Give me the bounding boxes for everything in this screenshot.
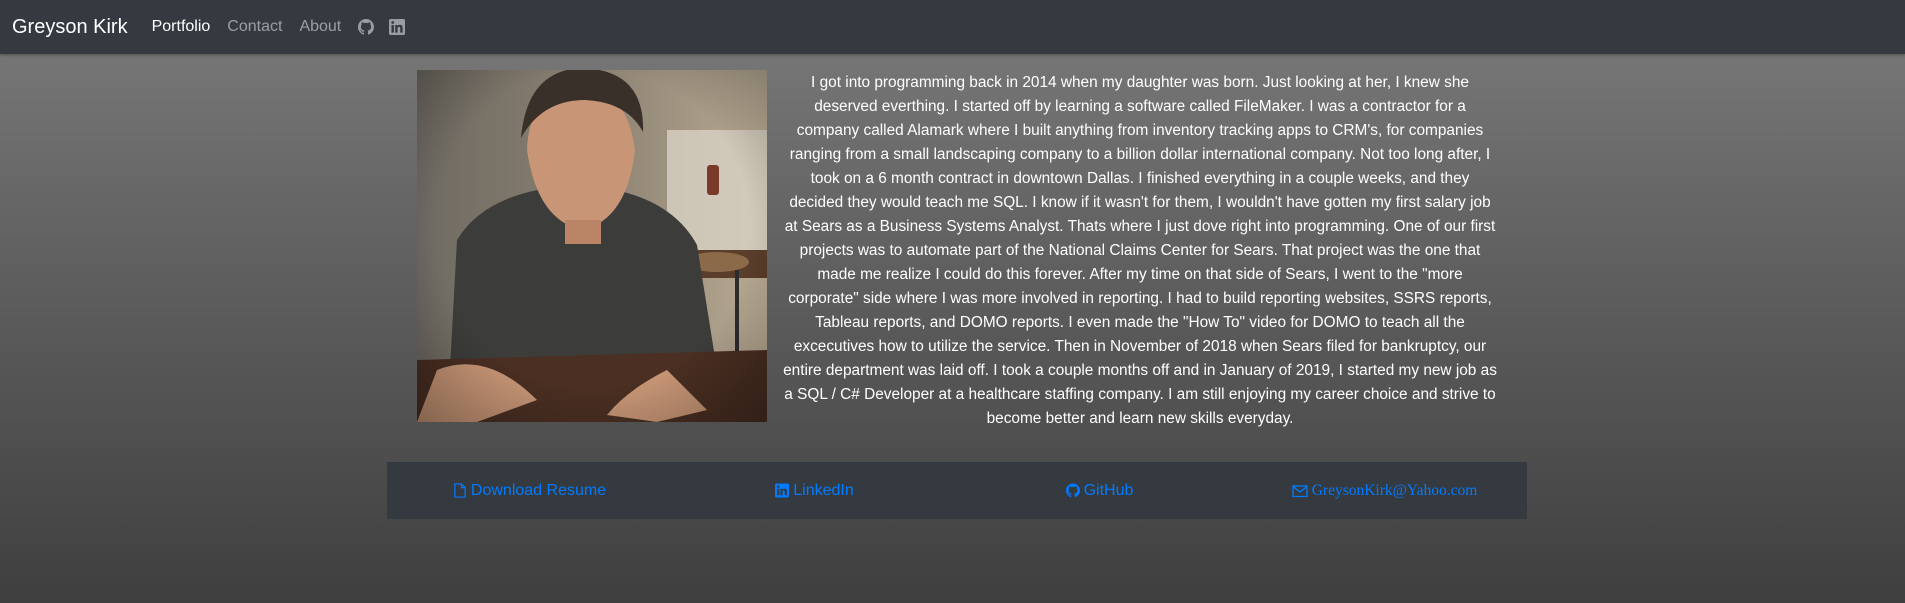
github-icon [1065,483,1080,498]
bio-text: I got into programming back in 2014 when… [783,74,1497,427]
linkedin-label: LinkedIn [793,481,854,499]
nav-link-about[interactable]: About [299,18,341,36]
nav-link-contact[interactable]: Contact [227,18,282,36]
github-link[interactable]: GitHub [1065,481,1134,500]
linkedin-icon [775,483,790,498]
brand-name[interactable]: Greyson Kirk [12,16,128,39]
file-icon [454,483,466,498]
download-resume-link[interactable]: Download Resume [453,482,606,500]
linkedin-icon[interactable] [389,19,406,35]
github-label: GitHub [1083,481,1134,499]
linkedin-link[interactable]: LinkedIn [775,482,854,500]
envelope-icon [1292,484,1308,497]
navbar: Greyson Kirk Portfolio Contact About [0,0,1905,54]
github-icon[interactable] [358,19,375,35]
nav-link-portfolio[interactable]: Portfolio [152,18,211,36]
contact-bar: Download Resume LinkedIn GitHub GreysonK… [387,462,1527,519]
profile-photo [417,70,767,422]
download-resume-label: Download Resume [470,481,607,499]
email-label: GreysonKirk@Yahoo.com [1311,481,1478,499]
email-link[interactable]: GreysonKirk@Yahoo.com [1292,481,1478,500]
